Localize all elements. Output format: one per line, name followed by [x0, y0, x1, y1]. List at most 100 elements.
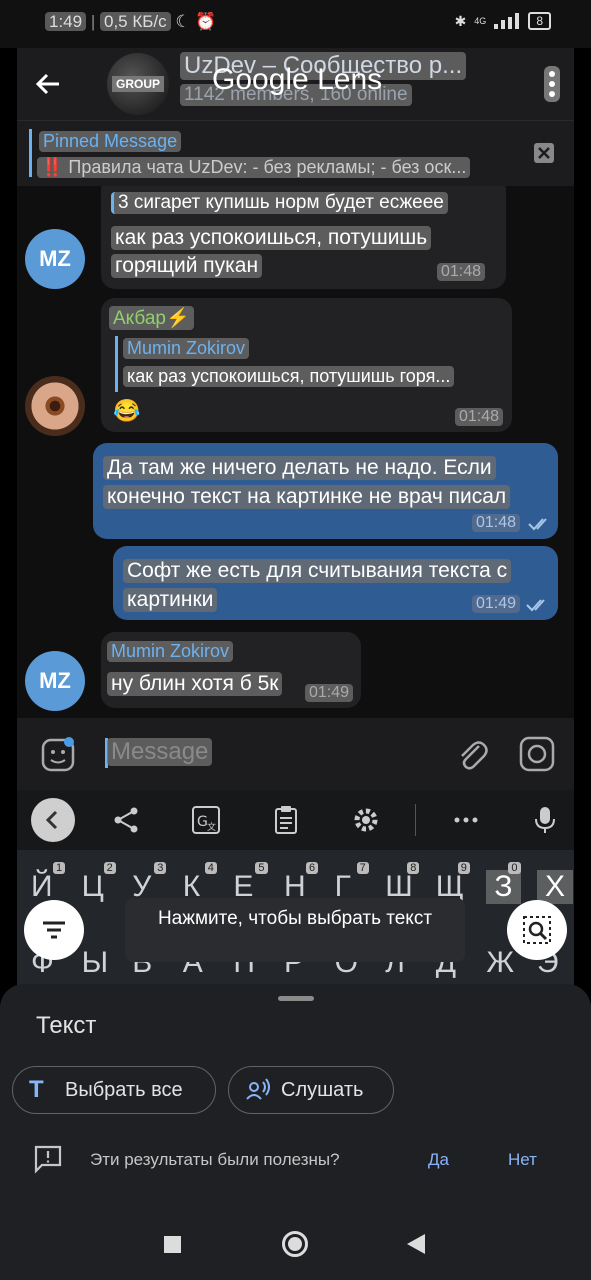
svg-text:文: 文	[207, 821, 216, 833]
feedback-icon	[34, 1145, 62, 1174]
key-number-hint: 9	[457, 862, 470, 874]
back-arrow-icon[interactable]	[29, 64, 69, 104]
feedback-question: Эти результаты были полезны?	[90, 1150, 340, 1169]
lens-hint-text: Нажмите, чтобы выбрать текст	[157, 908, 433, 929]
avatar[interactable]: MZ	[25, 651, 85, 711]
status-bar: 1:49 | 0,5 КБ/с ☾ ⏰ ✱ 4G 8	[0, 0, 591, 48]
message-time: 01:48	[455, 408, 504, 426]
chat-messages[interactable]: 3 сигарет купишь норм будет есжеее как р…	[17, 186, 574, 718]
message-time: 01:48	[472, 514, 521, 532]
pinned-text: ‼️ Правила чата UzDev: - без рекламы; - …	[37, 157, 471, 178]
key-number-hint: 1	[53, 862, 66, 874]
microphone-icon[interactable]	[529, 804, 561, 836]
select-all-label: Выбрать все	[65, 1078, 183, 1101]
reply-accent-bar	[115, 336, 118, 392]
clipboard-icon[interactable]	[270, 804, 302, 836]
text-icon: T	[29, 1076, 44, 1103]
key-number-hint: 2	[103, 862, 116, 874]
alarm-icon: ⏰	[195, 12, 217, 31]
moon-icon: ☾	[175, 12, 191, 31]
toolbar-divider	[415, 804, 416, 836]
gear-icon[interactable]	[350, 804, 382, 836]
camera-icon[interactable]	[519, 736, 555, 772]
more-horizontal-icon[interactable]	[450, 804, 482, 836]
battery-icon: 8	[528, 12, 551, 30]
sheet-title: Текст	[36, 1012, 97, 1039]
message-time: 01:48	[437, 263, 486, 281]
bluetooth-icon: ✱	[454, 12, 467, 29]
message-line: конечно текст на картинке не врач писал	[103, 485, 511, 509]
keyboard-toolbar: G文	[17, 790, 574, 850]
message-line: как раз успокоишься, потушишь	[111, 226, 432, 250]
status-time-text: 1:49	[45, 12, 87, 31]
chevron-left-icon	[45, 810, 58, 830]
key[interactable]: Ы	[82, 946, 109, 980]
status-clock: 1:49 | 0,5 КБ/с ☾ ⏰	[45, 12, 217, 32]
signal-icon	[494, 13, 520, 29]
feedback-yes-button[interactable]: Да	[428, 1150, 449, 1170]
double-check-icon	[528, 518, 547, 531]
message-time: 01:49	[472, 595, 521, 613]
lens-select-hint: Нажмите, чтобы выбрать текст	[125, 898, 465, 962]
group-avatar[interactable]: GROUP	[107, 53, 169, 115]
close-icon[interactable]	[534, 143, 554, 163]
back-icon[interactable]	[407, 1234, 425, 1254]
pinned-message-bar[interactable]: Pinned Message ‼️ Правила чата UzDev: - …	[17, 120, 574, 186]
message-line: Да там же ничего делать не надо. Если	[103, 456, 496, 480]
message-time: 01:49	[305, 684, 354, 702]
message-line: горящий пукан	[111, 254, 263, 278]
more-menu-icon[interactable]	[542, 66, 562, 102]
sender-name: Mumin Zokirov	[107, 641, 234, 662]
key[interactable]: Ц	[82, 870, 104, 904]
key-number-hint: 5	[255, 862, 268, 874]
message-line: 3 сигарет купишь норм будет есжеее	[111, 192, 448, 214]
listen-label: Слушать	[281, 1078, 364, 1101]
avatar[interactable]: MZ	[25, 229, 85, 289]
key[interactable]: Х	[537, 870, 574, 904]
key-number-hint: 3	[154, 862, 167, 874]
avatar[interactable]	[25, 376, 85, 436]
key[interactable]: Й	[31, 870, 53, 904]
avatar-group-label: GROUP	[111, 76, 164, 92]
key-number-hint: 6	[306, 862, 319, 874]
reply-author: Mumin Zokirov	[123, 338, 250, 359]
key[interactable]: З	[486, 870, 521, 904]
status-speed: 0,5 КБ/с	[99, 12, 171, 31]
select-all-button[interactable]: T Выбрать все	[12, 1066, 216, 1114]
message-text: ну блин хотя б 5к	[107, 672, 283, 696]
filter-button[interactable]	[24, 900, 84, 960]
network-type: 4G	[474, 16, 487, 26]
message-input[interactable]: Message	[107, 738, 213, 766]
home-icon[interactable]	[282, 1231, 308, 1257]
sticker-icon[interactable]	[41, 736, 77, 772]
filter-icon	[43, 921, 65, 939]
message-text: 😂	[113, 398, 141, 423]
chat-header: GROUP UzDev – Сообщество р... 1142 membe…	[17, 48, 574, 120]
lens-text-sheet: Текст T Выбрать все Слушать Эти результа…	[0, 984, 591, 1184]
message-input-bar: Message	[17, 718, 574, 790]
key-number-hint: 8	[407, 862, 420, 874]
google-lens-title: Google Lens	[212, 63, 383, 96]
keyboard-collapse-button[interactable]	[31, 798, 75, 842]
share-icon[interactable]	[110, 804, 142, 836]
listen-button[interactable]: Слушать	[228, 1066, 394, 1114]
message-line: Софт же есть для считывания текста с	[123, 559, 512, 583]
lens-search-button[interactable]	[507, 900, 567, 960]
feedback-no-button[interactable]: Нет	[508, 1150, 537, 1170]
system-nav-bar	[0, 1184, 591, 1280]
recents-icon[interactable]	[164, 1236, 181, 1253]
speaker-icon	[246, 1078, 270, 1100]
reply-text: как раз успокоишься, потушишь горя...	[123, 366, 455, 387]
double-check-icon	[526, 599, 545, 612]
key-number-hint: 4	[204, 862, 217, 874]
sheet-drag-handle[interactable]	[278, 996, 314, 1001]
pinned-label: Pinned Message	[39, 131, 182, 152]
key-number-hint: 7	[356, 862, 369, 874]
translate-icon[interactable]: G文	[190, 804, 222, 836]
key-number-hint: 0	[508, 862, 521, 874]
attach-icon[interactable]	[455, 736, 489, 772]
message-line: картинки	[123, 588, 218, 612]
sender-name: Акбар⚡	[109, 306, 194, 330]
pinned-accent-bar	[29, 129, 32, 177]
status-icons: ✱ 4G 8	[455, 12, 551, 30]
